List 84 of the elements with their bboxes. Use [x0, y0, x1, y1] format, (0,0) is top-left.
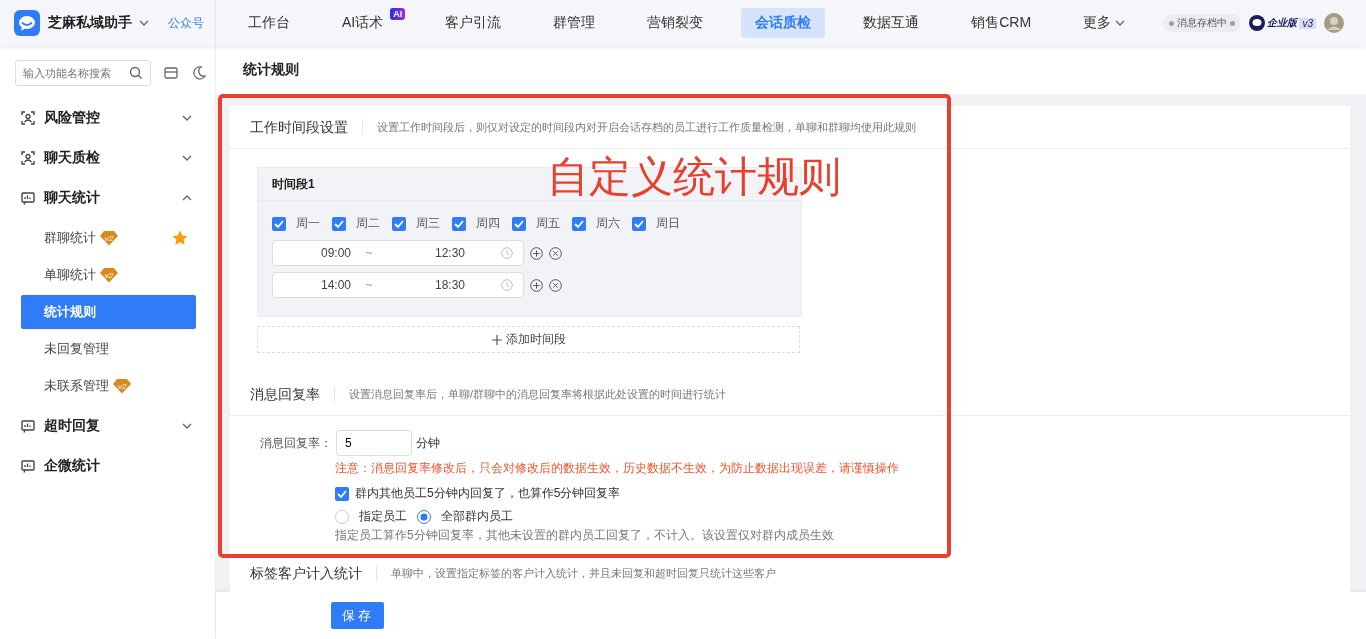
- moon-icon: [191, 65, 207, 81]
- scan-icon: [21, 111, 35, 125]
- checkbox-checked[interactable]: [332, 216, 346, 231]
- menu-group[interactable]: 企微统计: [0, 446, 215, 486]
- page-title: 统计规则: [243, 61, 299, 79]
- day-label: 周六: [596, 215, 620, 232]
- nav-tab[interactable]: 销售CRM: [957, 8, 1046, 38]
- radio-label: 全部群内员工: [441, 508, 513, 525]
- menu-item[interactable]: 统计规则: [21, 295, 196, 329]
- app-name: 芝麻私域助手: [48, 14, 132, 32]
- radio[interactable]: [335, 509, 349, 524]
- save-button[interactable]: 保存: [331, 602, 384, 629]
- chat-logo-icon: [14, 10, 40, 36]
- nav-tab[interactable]: 工作台: [234, 8, 304, 38]
- time-range-field[interactable]: 14:00 ~ 18:30: [272, 272, 524, 298]
- menu-item[interactable]: 未回复管理: [21, 332, 196, 366]
- nav-tab[interactable]: AI话术 AI: [328, 8, 408, 38]
- menu-group[interactable]: 聊天质检: [0, 138, 215, 178]
- checkbox-checked[interactable]: [572, 216, 586, 231]
- nav-tab[interactable]: 营销裂变: [633, 8, 718, 38]
- chart-icon: [21, 419, 35, 433]
- day-label: 周三: [416, 215, 440, 232]
- section-description: 单聊中，设置指定标签的客户计入统计，并且未回复和超时回复只统计这些客户: [391, 565, 776, 581]
- checkbox-checked[interactable]: [272, 216, 286, 231]
- checkbox-checked[interactable]: [632, 216, 646, 231]
- section-title: 工作时间段设置: [250, 119, 363, 135]
- card-icon: [163, 65, 179, 81]
- checkbox-checked[interactable]: [512, 216, 526, 231]
- search-icon: [129, 66, 143, 80]
- menu-group[interactable]: 风险管控: [0, 98, 215, 138]
- section-title: 消息回复率: [250, 386, 335, 402]
- plus-icon: [491, 334, 502, 345]
- chart-icon: [21, 459, 35, 473]
- version-badge: v2: [100, 267, 118, 283]
- menu-group[interactable]: 聊天统计: [0, 178, 215, 218]
- chart-icon: [21, 191, 35, 205]
- remove-icon[interactable]: [549, 246, 562, 260]
- warning-text: 注意：消息回复率修改后，只会对修改后的数据生效，历史数据不生效，为防止数据出现误差，请谨慎操作: [335, 460, 900, 477]
- archive-status: 消息存档中: [1163, 14, 1242, 32]
- account-link[interactable]: 公众号: [168, 14, 204, 32]
- time-range-field[interactable]: 09:00 ~ 12:30: [272, 240, 524, 266]
- annotation-text: 自定义统计规则: [547, 152, 841, 202]
- nav-tab[interactable]: 数据互通: [849, 8, 934, 38]
- nav-tab[interactable]: 更多: [1069, 8, 1141, 38]
- period-title: 时间段1: [272, 175, 315, 193]
- avatar-icon: [1324, 13, 1344, 33]
- chat-logo-icon: [1249, 15, 1266, 31]
- clock-icon: [501, 279, 513, 291]
- version-badge: v2: [100, 230, 118, 246]
- scan-icon: [21, 151, 35, 165]
- search-field[interactable]: 输入功能名称搜索: [15, 60, 151, 86]
- section-description: 设置消息回复率后，单聊/群聊中的消息回复率将根据此处设置的时间进行统计: [349, 386, 727, 402]
- day-label: 周一: [296, 215, 320, 232]
- checkbox-checked[interactable]: [392, 216, 406, 231]
- checkbox-checked[interactable]: [452, 216, 466, 231]
- edition-label: 企业版: [1267, 16, 1298, 30]
- radio-label: 指定员工: [359, 508, 407, 525]
- field-label: 消息回复率：: [259, 434, 332, 452]
- add-period-button[interactable]: 添加时间段: [257, 326, 800, 353]
- day-label: 周日: [656, 215, 680, 232]
- day-label: 周五: [536, 215, 560, 232]
- add-icon[interactable]: [530, 246, 543, 260]
- ai-badge: AI: [390, 8, 406, 20]
- menu-item[interactable]: 群聊统计 v2: [21, 221, 196, 255]
- section-title: 标签客户计入统计: [250, 565, 377, 581]
- radio-selected[interactable]: [417, 509, 431, 524]
- hint-text: 指定员工算作5分钟回复率，其他未设置的群内员工回复了，不计入。该设置仅对群内成员生效: [335, 527, 835, 544]
- remove-icon[interactable]: [549, 278, 562, 292]
- menu-item[interactable]: 单聊统计 v2: [21, 258, 196, 292]
- version-badge: v2: [113, 378, 131, 394]
- section-description: 设置工作时间段后，则仅对设定的时间段内对开启会话存档的员工进行工作质量检测，单聊和群聊均使用此规则: [377, 119, 916, 135]
- clock-icon: [501, 247, 513, 259]
- menu-group[interactable]: 超时回复: [0, 406, 215, 446]
- minutes-field[interactable]: 5: [336, 430, 412, 456]
- menu-item[interactable]: 未联系管理 v2: [21, 369, 196, 403]
- option-label: 群内其他员工5分钟内回复了，也算作5分钟回复率: [355, 485, 621, 502]
- day-label: 周四: [476, 215, 500, 232]
- version-badge: v3: [1299, 17, 1316, 29]
- checkbox-checked[interactable]: [335, 486, 349, 501]
- day-label: 周二: [356, 215, 380, 232]
- nav-tab[interactable]: 客户引流: [431, 8, 516, 38]
- add-icon[interactable]: [530, 278, 543, 292]
- nav-tab[interactable]: 群管理: [539, 8, 610, 38]
- unit-label: 分钟: [416, 434, 440, 452]
